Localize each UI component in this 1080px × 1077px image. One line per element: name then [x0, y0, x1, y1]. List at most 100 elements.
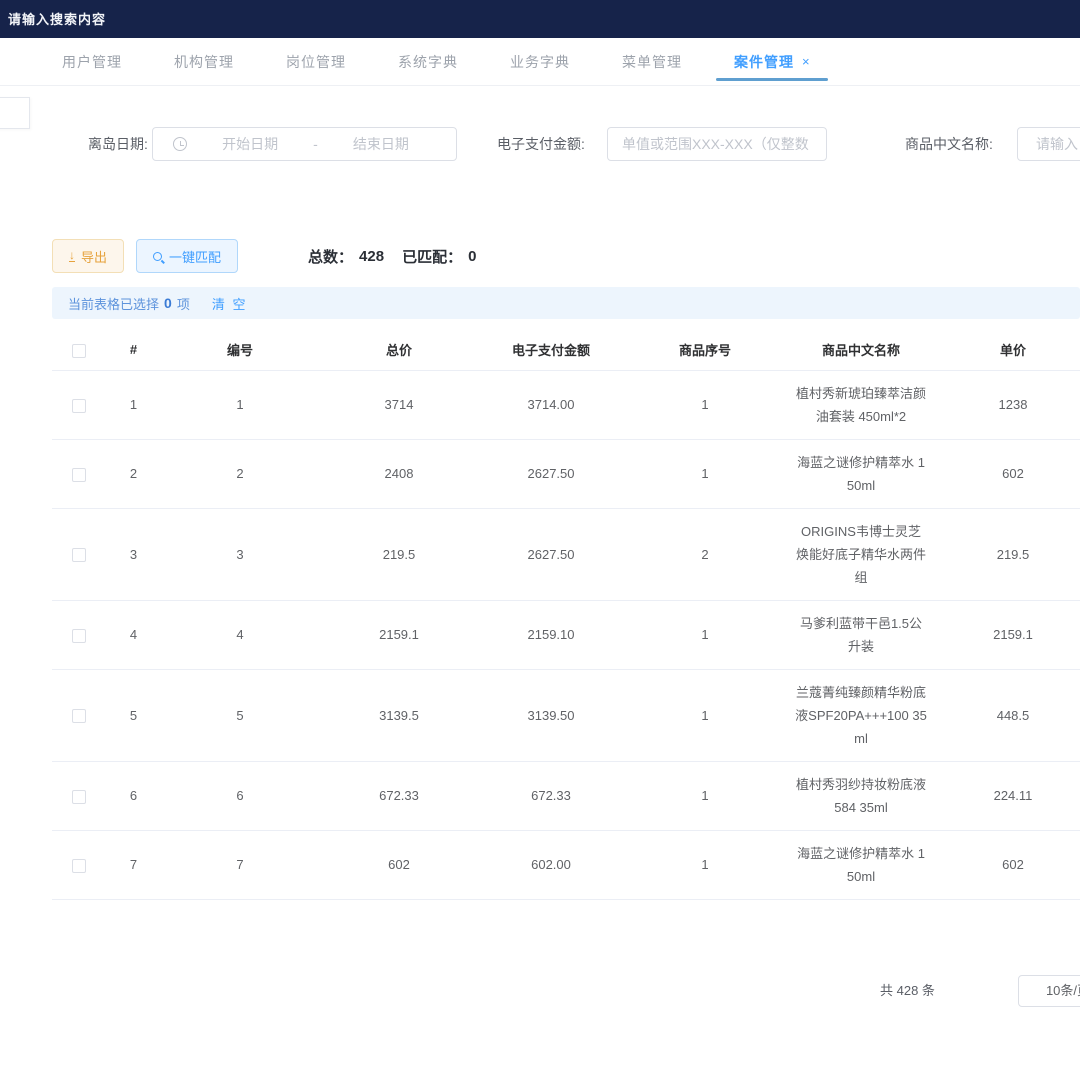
tab-close-icon[interactable]: × — [802, 54, 810, 69]
cell-index: 2 — [106, 439, 161, 508]
cell-epay: 2627.50 — [479, 508, 623, 600]
cell-code: 2 — [161, 439, 319, 508]
cell-seq: 1 — [623, 370, 787, 439]
row-checkbox[interactable] — [72, 790, 86, 804]
date-range-input[interactable]: 开始日期 - 结束日期 — [152, 127, 457, 161]
clock-icon — [173, 137, 187, 151]
tab-bar: 用户管理 机构管理 岗位管理 系统字典 业务字典 菜单管理 案件管理 × — [0, 38, 1080, 86]
select-all-cell — [52, 330, 106, 370]
col-header-total: 总价 — [319, 330, 479, 370]
match-button-label: 一键匹配 — [169, 247, 221, 266]
tab-菜单管理[interactable]: 菜单管理 — [596, 38, 708, 85]
cell-epay: 2627.50 — [479, 439, 623, 508]
cell-index: 3 — [106, 508, 161, 600]
global-search-input[interactable]: 请输入搜索内容 — [8, 9, 106, 28]
cell-epay: 672.33 — [479, 761, 623, 830]
one-click-match-button[interactable]: 一键匹配 — [136, 239, 238, 273]
date-end-placeholder[interactable]: 结束日期 — [318, 134, 444, 154]
date-filter-label: 离岛日期: — [88, 127, 148, 161]
toolbar: ↓ 导出 一键匹配 总数： 428 已匹配： 0 — [52, 238, 476, 274]
cell-seq: 1 — [623, 669, 787, 761]
cell-index: 7 — [106, 830, 161, 899]
col-header-seq: 商品序号 — [623, 330, 787, 370]
cell-code: 3 — [161, 508, 319, 600]
row-checkbox[interactable] — [72, 399, 86, 413]
cell-product-name: 兰蔻菁纯臻颜精华粉底液SPF20PA+++100 35ml — [787, 669, 935, 761]
cell-index: 8 — [106, 899, 161, 905]
tab-机构管理[interactable]: 机构管理 — [148, 38, 260, 85]
tab-用户管理[interactable]: 用户管理 — [36, 38, 148, 85]
cell-epay: 3714.00 — [479, 370, 623, 439]
cell-total: 602 — [319, 830, 479, 899]
cell-index: 6 — [106, 761, 161, 830]
cell-seq: 1 — [623, 600, 787, 669]
col-header-name: 商品中文名称 — [787, 330, 935, 370]
cell-epay: 2159.10 — [479, 600, 623, 669]
cell-code: 6 — [161, 761, 319, 830]
tab-业务字典[interactable]: 业务字典 — [484, 38, 596, 85]
selection-prefix: 当前表格已选择 — [68, 294, 159, 313]
cell-seq: 1 — [623, 899, 787, 905]
tab-label: 岗位管理 — [286, 52, 346, 72]
cell-total: 2159.1 — [319, 600, 479, 669]
tab-label: 用户管理 — [62, 52, 122, 72]
cell-total: 1398.48 — [319, 899, 479, 905]
pagination-total: 共 428 条 — [880, 975, 935, 1007]
tab-label: 菜单管理 — [622, 52, 682, 72]
cell-code: 7 — [161, 830, 319, 899]
cell-total: 219.5 — [319, 508, 479, 600]
table-row: 1 1 3714 3714.00 1 植村秀新琥珀臻萃洁颜油套装 450ml*2… — [52, 370, 1080, 439]
collapsed-panel-stub[interactable] — [0, 97, 30, 129]
row-checkbox[interactable] — [72, 468, 86, 482]
total-count-value: 428 — [359, 248, 384, 265]
date-start-placeholder[interactable]: 开始日期 — [187, 134, 313, 154]
cell-total: 3714 — [319, 370, 479, 439]
cell-price: 602 — [935, 830, 1080, 899]
table-row: 5 5 3139.5 3139.50 1 兰蔻菁纯臻颜精华粉底液SPF20PA+… — [52, 669, 1080, 761]
tab-案件管理[interactable]: 案件管理 × — [708, 38, 836, 85]
cell-product-name: 马爹利蓝带干邑1.5公升装 — [787, 600, 935, 669]
tab-岗位管理[interactable]: 岗位管理 — [260, 38, 372, 85]
cell-total: 672.33 — [319, 761, 479, 830]
cell-code: 4 — [161, 600, 319, 669]
cell-product-name: 植村秀羽纱持妆粉底液 584 35ml — [787, 761, 935, 830]
amount-filter-label: 电子支付金额: — [497, 127, 585, 161]
cell-price: 1238 — [935, 370, 1080, 439]
tab-系统字典[interactable]: 系统字典 — [372, 38, 484, 85]
selection-info-bar: 当前表格已选择 0 项 清 空 — [52, 287, 1080, 319]
table-row: 7 7 602 602.00 1 海蓝之谜修护精萃水 150ml 602 — [52, 830, 1080, 899]
clear-selection-link[interactable]: 清 空 — [212, 294, 248, 313]
row-checkbox[interactable] — [72, 709, 86, 723]
cell-code: 5 — [161, 669, 319, 761]
page-size-select[interactable]: 10条/页 — [1018, 975, 1080, 1007]
tab-label: 机构管理 — [174, 52, 234, 72]
case-table: # 编号 总价 电子支付金额 商品序号 商品中文名称 单价 1 1 3714 3… — [52, 330, 1080, 905]
tab-label: 业务字典 — [510, 52, 570, 72]
cell-product-name: ORIGINS韦博士灵芝焕能好底子精华水两件组 — [787, 508, 935, 600]
total-count-label: 总数： — [308, 246, 353, 267]
row-checkbox[interactable] — [72, 859, 86, 873]
table-row: 4 4 2159.1 2159.10 1 马爹利蓝带干邑1.5公升装 2159.… — [52, 600, 1080, 669]
amount-placeholder: 单值或范围XXX-XXX（仅整数 — [622, 134, 809, 154]
cell-price: 219.5 — [935, 508, 1080, 600]
cell-price: 602 — [935, 439, 1080, 508]
cell-seq: 1 — [623, 439, 787, 508]
product-filter-label: 商品中文名称: — [905, 127, 993, 161]
row-checkbox[interactable] — [72, 629, 86, 643]
cell-seq: 2 — [623, 508, 787, 600]
amount-input[interactable]: 单值或范围XXX-XXX（仅整数 — [607, 127, 827, 161]
download-icon: ↓ — [69, 250, 75, 262]
selection-suffix: 项 — [177, 294, 190, 313]
cell-code: 8 — [161, 899, 319, 905]
cell-epay: 1398.48 — [479, 899, 623, 905]
table-row: 2 2 2408 2627.50 1 海蓝之谜修护精萃水 150ml 602 — [52, 439, 1080, 508]
cell-seq: 1 — [623, 830, 787, 899]
cell-index: 5 — [106, 669, 161, 761]
cell-seq: 1 — [623, 761, 787, 830]
product-name-input[interactable]: 请输入 — [1017, 127, 1080, 161]
export-button[interactable]: ↓ 导出 — [52, 239, 124, 273]
table-row: 6 6 672.33 672.33 1 植村秀羽纱持妆粉底液 584 35ml … — [52, 761, 1080, 830]
cell-price: 2159.1 — [935, 600, 1080, 669]
select-all-checkbox[interactable] — [72, 344, 86, 358]
row-checkbox[interactable] — [72, 548, 86, 562]
